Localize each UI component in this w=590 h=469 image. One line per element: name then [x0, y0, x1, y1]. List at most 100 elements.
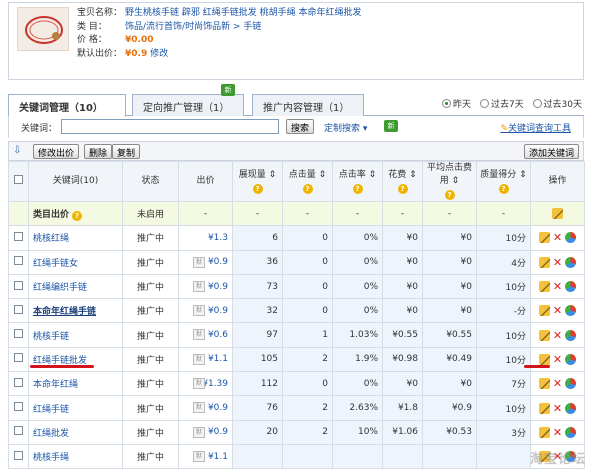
product-thumbnail[interactable]: [17, 7, 69, 51]
report-chart-icon[interactable]: [565, 378, 576, 390]
edit-bid-icon[interactable]: [539, 378, 550, 390]
add-keyword-button[interactable]: 添加关键词: [523, 144, 579, 159]
col-cost[interactable]: 花费 ⇕?: [382, 161, 423, 202]
sort-icon[interactable]: ⇕: [519, 170, 527, 180]
sort-icon[interactable]: ⇕: [269, 170, 277, 180]
delete-icon[interactable]: ✕: [552, 305, 563, 316]
bid-lock-icon[interactable]: 默: [193, 402, 205, 414]
tab-targeting-management[interactable]: 定向推广管理（1）: [132, 94, 244, 116]
help-icon[interactable]: ?: [444, 190, 455, 200]
keyword-link[interactable]: 红绳批发: [28, 419, 123, 445]
edit-bid-icon[interactable]: [539, 256, 550, 268]
edit-bid-icon[interactable]: [539, 426, 550, 438]
keyword-bid[interactable]: 默 ¥0.9: [178, 419, 233, 445]
delete-icon[interactable]: ✕: [552, 427, 563, 438]
sort-icon[interactable]: ⇕: [319, 170, 327, 180]
keyword-bid[interactable]: 默 ¥1.1: [178, 346, 233, 373]
keyword-bid[interactable]: 默 ¥1.1: [178, 443, 233, 469]
row-checkbox[interactable]: [8, 225, 29, 251]
col-ctr[interactable]: 点击率 ⇕?: [332, 161, 383, 202]
bid-lock-icon[interactable]: 默: [193, 353, 205, 365]
collapse-arrow-icon[interactable]: ⇩: [13, 145, 21, 156]
col-impressions[interactable]: 展现量 ⇕?: [232, 161, 283, 202]
row-checkbox[interactable]: [8, 249, 29, 275]
sort-icon[interactable]: ⇕: [452, 176, 460, 186]
keyword-link[interactable]: 本命年红绳手链: [28, 298, 123, 324]
row-checkbox[interactable]: [8, 443, 29, 469]
delete-icon[interactable]: ✕: [552, 257, 563, 268]
sort-icon[interactable]: ⇕: [369, 170, 377, 180]
radio-icon[interactable]: [532, 99, 542, 108]
edit-icon[interactable]: [552, 208, 563, 220]
report-chart-icon[interactable]: [565, 402, 576, 414]
bid-lock-icon[interactable]: 默: [193, 305, 205, 317]
report-chart-icon[interactable]: [565, 232, 576, 244]
help-icon[interactable]: ?: [71, 210, 82, 221]
period-30days[interactable]: 过去30天: [532, 99, 582, 110]
report-chart-icon[interactable]: [565, 281, 576, 293]
period-yesterday[interactable]: 昨天: [442, 99, 471, 110]
bid-lock-icon[interactable]: 默: [193, 280, 205, 292]
keyword-link[interactable]: 本命年红绳: [28, 371, 123, 397]
report-chart-icon[interactable]: [565, 305, 576, 317]
row-checkbox[interactable]: [8, 322, 29, 348]
bid-lock-icon[interactable]: 默: [193, 450, 205, 462]
edit-bid-icon[interactable]: [539, 305, 550, 317]
keyword-bid[interactable]: 默 ¥0.9: [178, 273, 233, 300]
report-chart-icon[interactable]: [565, 426, 576, 438]
delete-icon[interactable]: ✕: [552, 232, 563, 243]
keyword-link[interactable]: 红绳编织手链: [28, 273, 123, 300]
search-button[interactable]: 搜索: [286, 119, 315, 134]
copy-button[interactable]: 复制: [112, 144, 141, 159]
delete-icon[interactable]: ✕: [552, 403, 563, 414]
help-icon[interactable]: ?: [252, 183, 263, 194]
row-checkbox[interactable]: [8, 371, 29, 397]
edit-bid-icon[interactable]: [539, 232, 550, 244]
category-path[interactable]: 饰品/流行首饰/时尚饰品新 > 手链: [125, 22, 261, 32]
col-quality[interactable]: 质量得分 ⇕?: [476, 161, 531, 202]
report-chart-icon[interactable]: [565, 256, 576, 268]
keyword-bid[interactable]: 默 ¥0.9: [178, 298, 233, 324]
tab-keyword-management[interactable]: 关键词管理（10）: [8, 94, 126, 117]
keyword-link[interactable]: 桃核红绳: [28, 225, 123, 251]
help-icon[interactable]: ?: [498, 183, 509, 194]
edit-default-bid-link[interactable]: 修改: [150, 49, 168, 59]
row-checkbox[interactable]: [8, 273, 29, 300]
help-icon[interactable]: ?: [352, 183, 363, 194]
help-icon[interactable]: ?: [302, 183, 313, 194]
bid-lock-icon[interactable]: 默: [193, 329, 205, 341]
radio-icon[interactable]: [479, 99, 489, 108]
period-7days[interactable]: 过去7天: [479, 99, 524, 110]
keyword-bid[interactable]: ¥1.3: [178, 225, 233, 251]
delete-icon[interactable]: ✕: [552, 330, 563, 341]
delete-icon[interactable]: ✕: [552, 281, 563, 292]
bid-lock-icon[interactable]: 默: [193, 378, 205, 390]
radio-icon[interactable]: [442, 99, 452, 108]
keyword-search-input[interactable]: [61, 119, 279, 134]
keyword-query-tool-link[interactable]: ✎关键词查询工具: [500, 121, 571, 134]
keyword-link[interactable]: 桃核手链: [28, 322, 123, 348]
bid-lock-icon[interactable]: 默: [193, 256, 205, 268]
report-chart-icon[interactable]: [565, 329, 576, 341]
tab-content-management[interactable]: 推广内容管理（1）: [252, 94, 364, 116]
custom-search-dropdown[interactable]: 定制搜索 ▾: [324, 121, 367, 134]
col-clicks[interactable]: 点击量 ⇕?: [282, 161, 333, 202]
row-checkbox[interactable]: [8, 395, 29, 421]
delete-icon[interactable]: ✕: [552, 354, 563, 365]
edit-bid-icon[interactable]: [539, 353, 550, 365]
row-checkbox[interactable]: [8, 419, 29, 445]
bid-lock-icon[interactable]: 默: [193, 426, 205, 438]
modify-bid-button[interactable]: 修改出价: [33, 144, 80, 159]
col-avg-cpc[interactable]: 平均点击费用 ⇕?: [422, 161, 477, 202]
help-icon[interactable]: ?: [397, 183, 408, 194]
keyword-link[interactable]: 红绳手链女: [28, 249, 123, 275]
delete-button[interactable]: 删除: [84, 144, 113, 159]
edit-bid-icon[interactable]: [539, 281, 550, 293]
keyword-bid[interactable]: 默 ¥0.9: [178, 249, 233, 275]
product-name-link[interactable]: 野生桃核手链 辟邪 红绳手链批发 桃胡手绳 本命年红绳批发: [125, 8, 361, 18]
report-chart-icon[interactable]: [565, 353, 576, 365]
sort-icon[interactable]: ⇕: [409, 170, 417, 180]
keyword-bid[interactable]: 默 ¥1.39: [178, 371, 233, 397]
keyword-link[interactable]: 红绳手链: [28, 395, 123, 421]
delete-icon[interactable]: ✕: [552, 378, 563, 389]
